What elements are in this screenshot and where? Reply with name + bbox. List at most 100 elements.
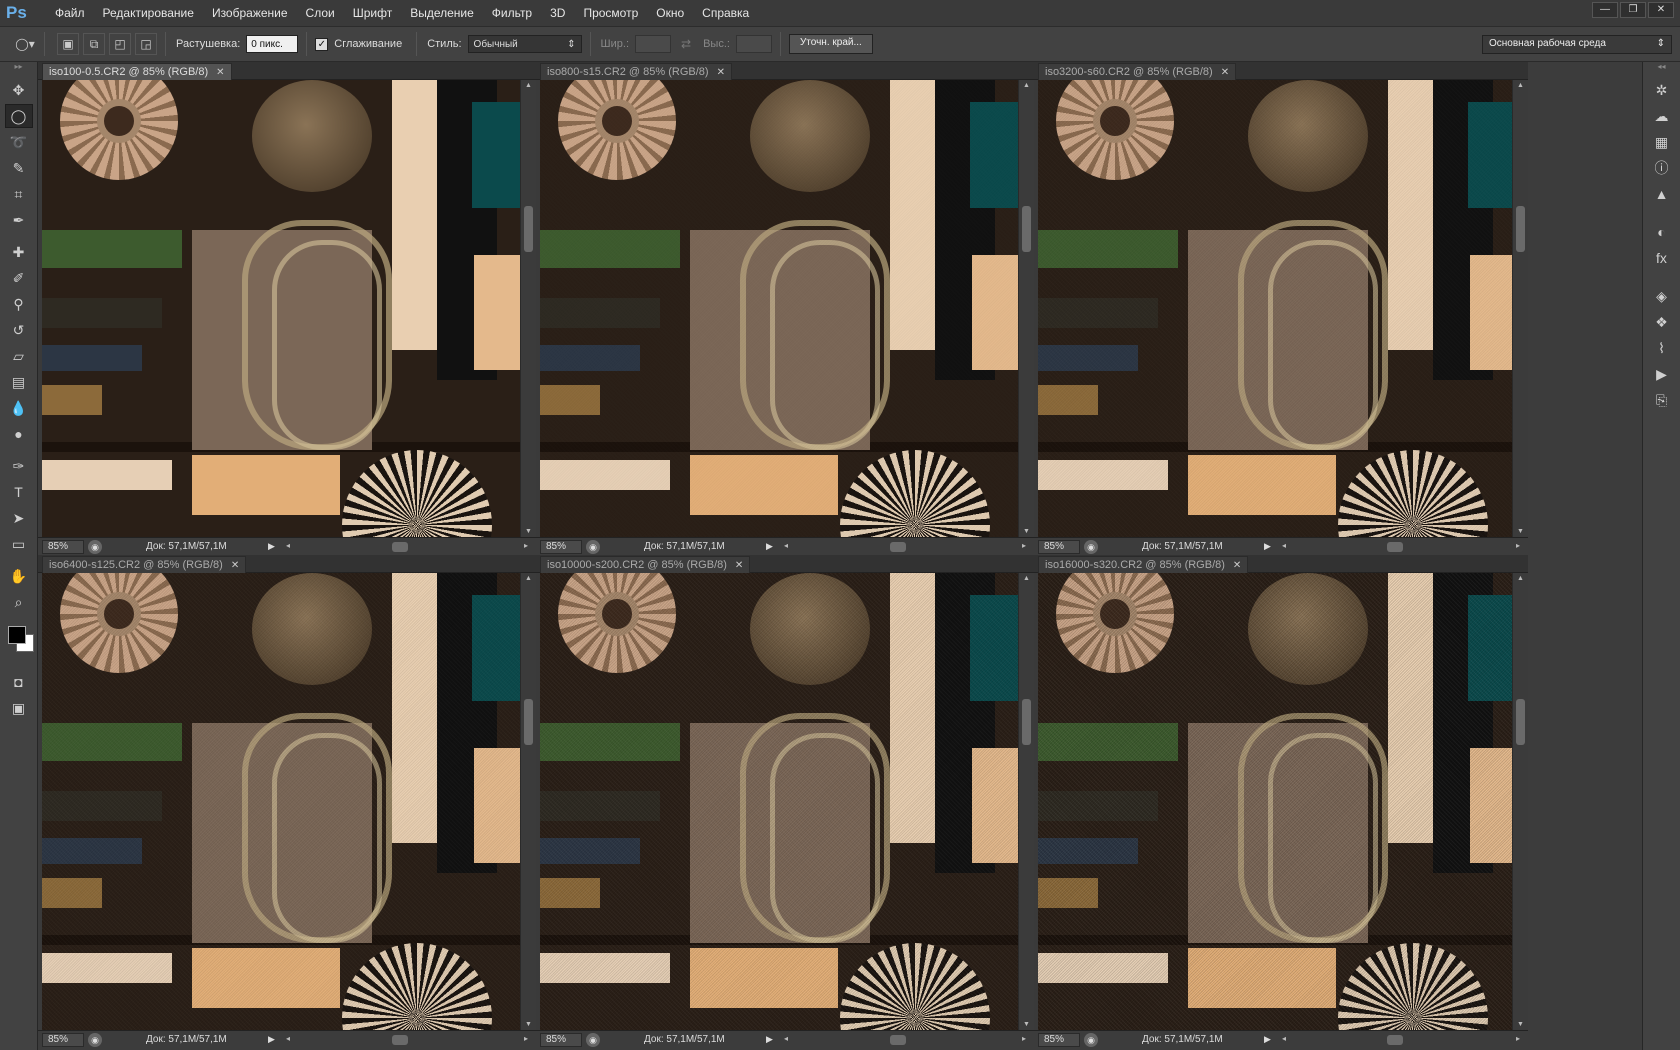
- scroll-thumb[interactable]: [524, 699, 533, 745]
- status-menu-icon[interactable]: ▶: [1264, 1034, 1274, 1045]
- close-button[interactable]: ✕: [1648, 2, 1674, 18]
- marquee-preset-icon[interactable]: ◯▾: [14, 33, 36, 55]
- status-menu-icon[interactable]: ▶: [766, 541, 776, 552]
- status-menu-icon[interactable]: ▶: [268, 1034, 278, 1045]
- close-tab-icon[interactable]: ✕: [1221, 67, 1229, 78]
- vertical-scrollbar[interactable]: ▲ ▼: [520, 80, 536, 537]
- image-canvas[interactable]: [540, 80, 1018, 537]
- navigator-icon[interactable]: ✲: [1649, 78, 1675, 102]
- zoom-icon[interactable]: ⌕: [5, 590, 33, 614]
- screen-mode-icon[interactable]: ▣: [5, 696, 33, 720]
- scroll-down-icon[interactable]: ▼: [525, 528, 532, 535]
- scroll-thumb[interactable]: [890, 1034, 907, 1045]
- document-tab[interactable]: iso16000-s320.CR2 @ 85% (RGB/8) ✕: [1038, 556, 1249, 573]
- scroll-left-icon[interactable]: ◂: [1282, 541, 1286, 550]
- image-canvas[interactable]: [42, 80, 520, 537]
- scroll-right-icon[interactable]: ▸: [524, 541, 528, 550]
- document-tab[interactable]: iso800-s15.CR2 @ 85% (RGB/8) ✕: [540, 63, 732, 80]
- document-tab[interactable]: iso100-0.5.CR2 @ 85% (RGB/8) ✕: [42, 63, 232, 80]
- scroll-left-icon[interactable]: ◂: [286, 541, 290, 550]
- eyedropper-icon[interactable]: ✒: [5, 208, 33, 232]
- scroll-thumb[interactable]: [1022, 699, 1031, 745]
- gradient-icon[interactable]: ▤: [5, 370, 33, 394]
- layers-icon[interactable]: ◈: [1649, 284, 1675, 308]
- subtract-selection-icon[interactable]: ◰: [109, 33, 131, 55]
- type-icon[interactable]: T: [5, 480, 33, 504]
- horizontal-scrollbar[interactable]: ◂ ▸: [784, 1034, 1026, 1046]
- hand-icon[interactable]: ✋: [5, 564, 33, 588]
- scroll-up-icon[interactable]: ▲: [525, 82, 532, 89]
- quick-mask-icon[interactable]: ◘: [5, 670, 33, 694]
- minimize-button[interactable]: —: [1592, 2, 1618, 18]
- status-info-icon[interactable]: ◉: [586, 539, 600, 554]
- close-tab-icon[interactable]: ✕: [1233, 560, 1241, 571]
- scroll-up-icon[interactable]: ▲: [525, 575, 532, 582]
- document-tab[interactable]: iso3200-s60.CR2 @ 85% (RGB/8) ✕: [1038, 63, 1237, 80]
- vertical-scrollbar[interactable]: ▲ ▼: [520, 573, 536, 1030]
- scroll-thumb[interactable]: [1386, 1034, 1403, 1045]
- panel-collapse-icon[interactable]: ▸▸: [0, 62, 37, 76]
- swatches-icon[interactable]: ▦: [1649, 130, 1675, 154]
- status-info-icon[interactable]: ◉: [1084, 1032, 1098, 1047]
- status-info-icon[interactable]: ◉: [586, 1032, 600, 1047]
- menu-item-10[interactable]: Справка: [693, 6, 758, 20]
- scroll-left-icon[interactable]: ◂: [1282, 1034, 1286, 1043]
- brush-icon[interactable]: ✐: [5, 266, 33, 290]
- document-tab[interactable]: iso6400-s125.CR2 @ 85% (RGB/8) ✕: [42, 556, 247, 573]
- horizontal-scrollbar[interactable]: ◂ ▸: [286, 541, 528, 553]
- color-icon[interactable]: ☁: [1649, 104, 1675, 128]
- scroll-left-icon[interactable]: ◂: [784, 541, 788, 550]
- scroll-up-icon[interactable]: ▲: [1023, 82, 1030, 89]
- horizontal-scrollbar[interactable]: ◂ ▸: [1282, 1034, 1520, 1046]
- crop-icon[interactable]: ⌗: [5, 182, 33, 206]
- lasso-icon[interactable]: ➰: [5, 130, 33, 154]
- zoom-field[interactable]: 85%: [42, 539, 84, 554]
- foreground-color[interactable]: [8, 626, 26, 644]
- menu-item-3[interactable]: Слои: [297, 6, 344, 20]
- add-selection-icon[interactable]: ⧉: [83, 33, 105, 55]
- menu-item-8[interactable]: Просмотр: [574, 6, 647, 20]
- scroll-up-icon[interactable]: ▲: [1517, 82, 1524, 89]
- image-canvas[interactable]: [540, 573, 1018, 1030]
- pen-icon[interactable]: ✑: [5, 454, 33, 478]
- zoom-field[interactable]: 85%: [1038, 539, 1080, 554]
- scroll-right-icon[interactable]: ▸: [524, 1034, 528, 1043]
- scroll-down-icon[interactable]: ▼: [1023, 528, 1030, 535]
- dock-expand-icon[interactable]: ◂◂: [1643, 62, 1680, 76]
- menu-item-4[interactable]: Шрифт: [344, 6, 401, 20]
- feather-input[interactable]: [246, 35, 299, 53]
- scroll-left-icon[interactable]: ◂: [286, 1034, 290, 1043]
- document-tab[interactable]: iso10000-s200.CR2 @ 85% (RGB/8) ✕: [540, 556, 751, 573]
- zoom-field[interactable]: 85%: [540, 539, 582, 554]
- refine-edge-button[interactable]: Уточн. край...: [788, 34, 873, 54]
- antialias-checkbox[interactable]: ✓: [315, 37, 329, 51]
- status-info-icon[interactable]: ◉: [1084, 539, 1098, 554]
- close-tab-icon[interactable]: ✕: [231, 560, 239, 571]
- image-canvas[interactable]: [42, 573, 520, 1030]
- scroll-thumb[interactable]: [524, 206, 533, 252]
- vertical-scrollbar[interactable]: ▲ ▼: [1512, 573, 1528, 1030]
- scroll-thumb[interactable]: [1516, 699, 1525, 745]
- close-tab-icon[interactable]: ✕: [735, 560, 743, 571]
- scroll-up-icon[interactable]: ▲: [1023, 575, 1030, 582]
- elliptical-marquee-icon[interactable]: ◯: [4, 104, 33, 128]
- healing-brush-icon[interactable]: ✚: [5, 240, 33, 264]
- zoom-field[interactable]: 85%: [540, 1032, 582, 1047]
- info-icon[interactable]: ⓘ: [1649, 156, 1675, 180]
- menu-item-0[interactable]: Файл: [46, 6, 94, 20]
- status-menu-icon[interactable]: ▶: [268, 541, 278, 552]
- image-canvas[interactable]: [1038, 80, 1512, 537]
- menu-item-1[interactable]: Редактирование: [94, 6, 203, 20]
- scroll-right-icon[interactable]: ▸: [1516, 1034, 1520, 1043]
- channels-icon[interactable]: ❖: [1649, 310, 1675, 334]
- blur-icon[interactable]: 💧: [5, 396, 33, 420]
- menu-item-7[interactable]: 3D: [541, 6, 574, 20]
- scroll-thumb[interactable]: [392, 541, 409, 552]
- scroll-up-icon[interactable]: ▲: [1517, 575, 1524, 582]
- intersect-selection-icon[interactable]: ◲: [135, 33, 157, 55]
- status-menu-icon[interactable]: ▶: [766, 1034, 776, 1045]
- menu-item-2[interactable]: Изображение: [203, 6, 297, 20]
- styles-icon[interactable]: fx: [1649, 246, 1675, 270]
- menu-item-9[interactable]: Окно: [647, 6, 693, 20]
- path-selection-icon[interactable]: ➤: [5, 506, 33, 530]
